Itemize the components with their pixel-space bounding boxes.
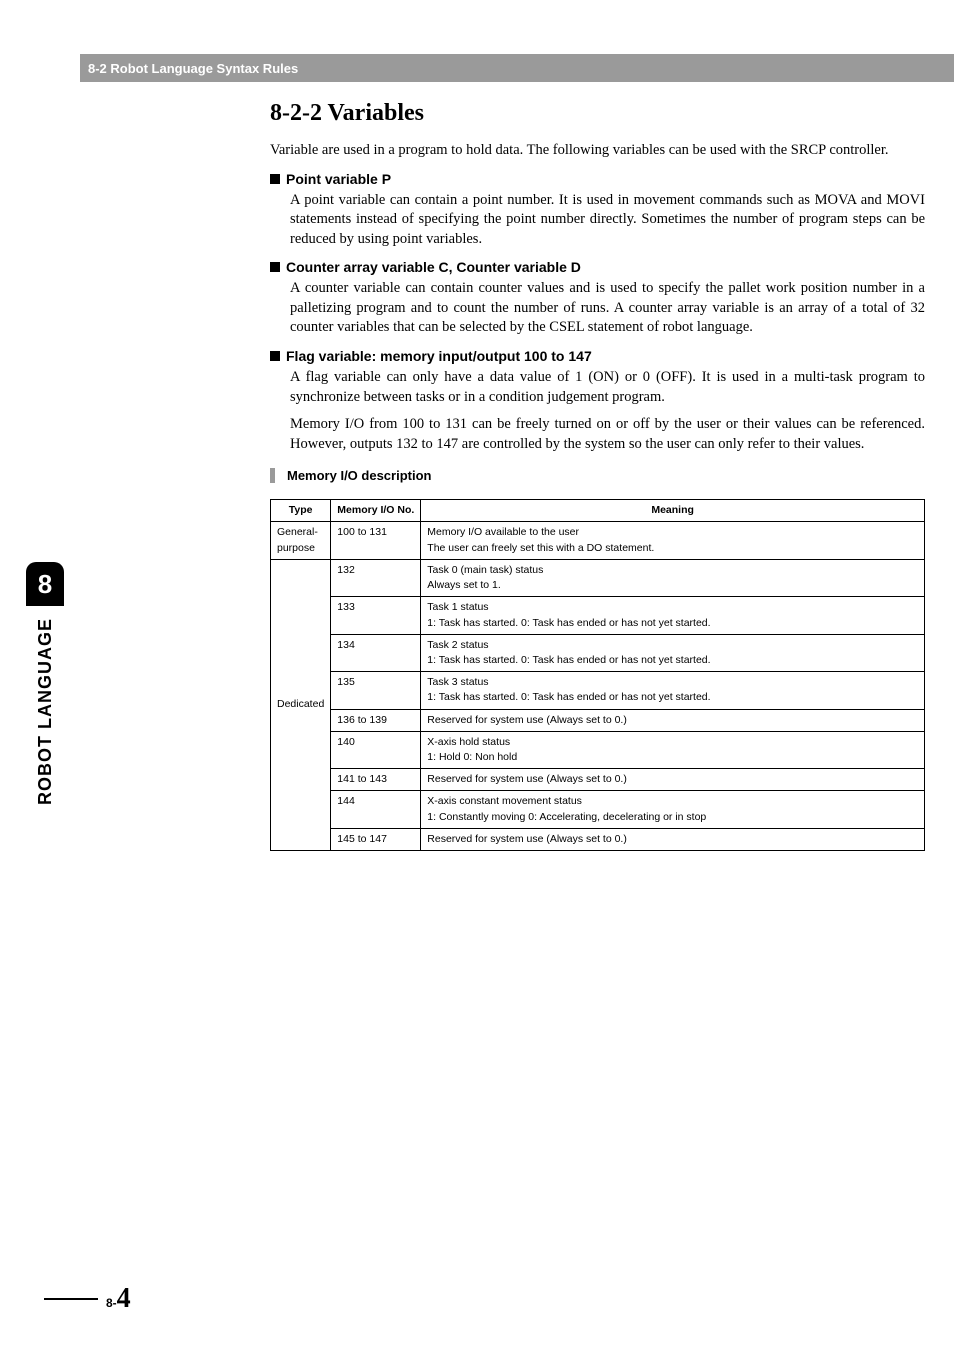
td-mem: 100 to 131 <box>331 522 421 559</box>
td-meaning: Task 3 status 1: Task has started. 0: Ta… <box>421 672 925 709</box>
td-meaning: Reserved for system use (Always set to 0… <box>421 709 925 731</box>
body-point-variable: A point variable can contain a point num… <box>290 191 925 250</box>
page-footer: 8-4 <box>44 1283 131 1315</box>
body-counter-variable: A counter variable can contain counter v… <box>290 279 925 338</box>
body-flag-variable-p1: A flag variable can only have a data val… <box>290 368 925 407</box>
table-row: 141 to 143 Reserved for system use (Alwa… <box>271 769 925 791</box>
table-row: 145 to 147 Reserved for system use (Alwa… <box>271 828 925 850</box>
td-meaning: Reserved for system use (Always set to 0… <box>421 769 925 791</box>
header-title: 8-2 Robot Language Syntax Rules <box>88 61 298 76</box>
table-row: Dedicated 132 Task 0 (main task) status … <box>271 559 925 596</box>
subheading-flag-variable-text: Flag variable: memory input/output 100 t… <box>286 348 592 364</box>
table-header-row: Type Memory I/O No. Meaning <box>271 500 925 522</box>
td-meaning: Task 2 status 1: Task has started. 0: Ta… <box>421 634 925 671</box>
td-mem: 145 to 147 <box>331 828 421 850</box>
td-meaning: X-axis constant movement status 1: Const… <box>421 791 925 828</box>
chapter-label: ROBOT LANGUAGE <box>35 618 56 805</box>
section-title: 8-2-2 Variables <box>270 100 925 127</box>
table-row: 134 Task 2 status 1: Task has started. 0… <box>271 634 925 671</box>
td-meaning: Task 0 (main task) status Always set to … <box>421 559 925 596</box>
chapter-badge: 8 <box>26 562 64 606</box>
td-mem: 144 <box>331 791 421 828</box>
td-mem: 141 to 143 <box>331 769 421 791</box>
table-row: General-purpose 100 to 131 Memory I/O av… <box>271 522 925 559</box>
subheading-counter-variable: Counter array variable C, Counter variab… <box>270 259 925 275</box>
td-meaning: Reserved for system use (Always set to 0… <box>421 828 925 850</box>
page-header-bar: 8-2 Robot Language Syntax Rules <box>80 54 954 82</box>
td-mem: 136 to 139 <box>331 709 421 731</box>
memory-io-table: Type Memory I/O No. Meaning General-purp… <box>270 499 925 851</box>
main-content: 8-2-2 Variables Variable are used in a p… <box>270 100 925 851</box>
section-intro: Variable are used in a program to hold d… <box>270 141 925 161</box>
td-meaning: Task 1 status 1: Task has started. 0: Ta… <box>421 597 925 634</box>
footer-rule <box>44 1298 98 1300</box>
td-mem: 140 <box>331 731 421 768</box>
td-mem: 133 <box>331 597 421 634</box>
subheading-flag-variable: Flag variable: memory input/output 100 t… <box>270 348 925 364</box>
td-type-general: General-purpose <box>271 522 331 559</box>
td-mem: 132 <box>331 559 421 596</box>
body-flag-variable-p2: Memory I/O from 100 to 131 can be freely… <box>290 415 925 454</box>
td-meaning: Memory I/O available to the user The use… <box>421 522 925 559</box>
page-number-prefix: 8- <box>106 1296 117 1310</box>
table-row: 136 to 139 Reserved for system use (Alwa… <box>271 709 925 731</box>
table-row: 133 Task 1 status 1: Task has started. 0… <box>271 597 925 634</box>
bullet-square-icon <box>270 262 280 272</box>
td-meaning: X-axis hold status 1: Hold 0: Non hold <box>421 731 925 768</box>
memory-description-heading-wrap: Memory I/O description <box>270 468 925 483</box>
subheading-point-variable: Point variable P <box>270 171 925 187</box>
chapter-number: 8 <box>38 569 52 600</box>
subheading-point-variable-text: Point variable P <box>286 171 391 187</box>
memory-description-title: Memory I/O description <box>287 468 925 483</box>
th-memory-no: Memory I/O No. <box>331 500 421 522</box>
subheading-counter-variable-text: Counter array variable C, Counter variab… <box>286 259 581 275</box>
table-row: 135 Task 3 status 1: Task has started. 0… <box>271 672 925 709</box>
td-mem: 135 <box>331 672 421 709</box>
page-number: 4 <box>117 1283 131 1315</box>
bullet-square-icon <box>270 174 280 184</box>
side-tab: 8 ROBOT LANGUAGE <box>20 562 70 805</box>
table-row: 144 X-axis constant movement status 1: C… <box>271 791 925 828</box>
bullet-square-icon <box>270 351 280 361</box>
th-type: Type <box>271 500 331 522</box>
td-type-dedicated: Dedicated <box>271 559 331 850</box>
td-mem: 134 <box>331 634 421 671</box>
th-meaning: Meaning <box>421 500 925 522</box>
table-row: 140 X-axis hold status 1: Hold 0: Non ho… <box>271 731 925 768</box>
